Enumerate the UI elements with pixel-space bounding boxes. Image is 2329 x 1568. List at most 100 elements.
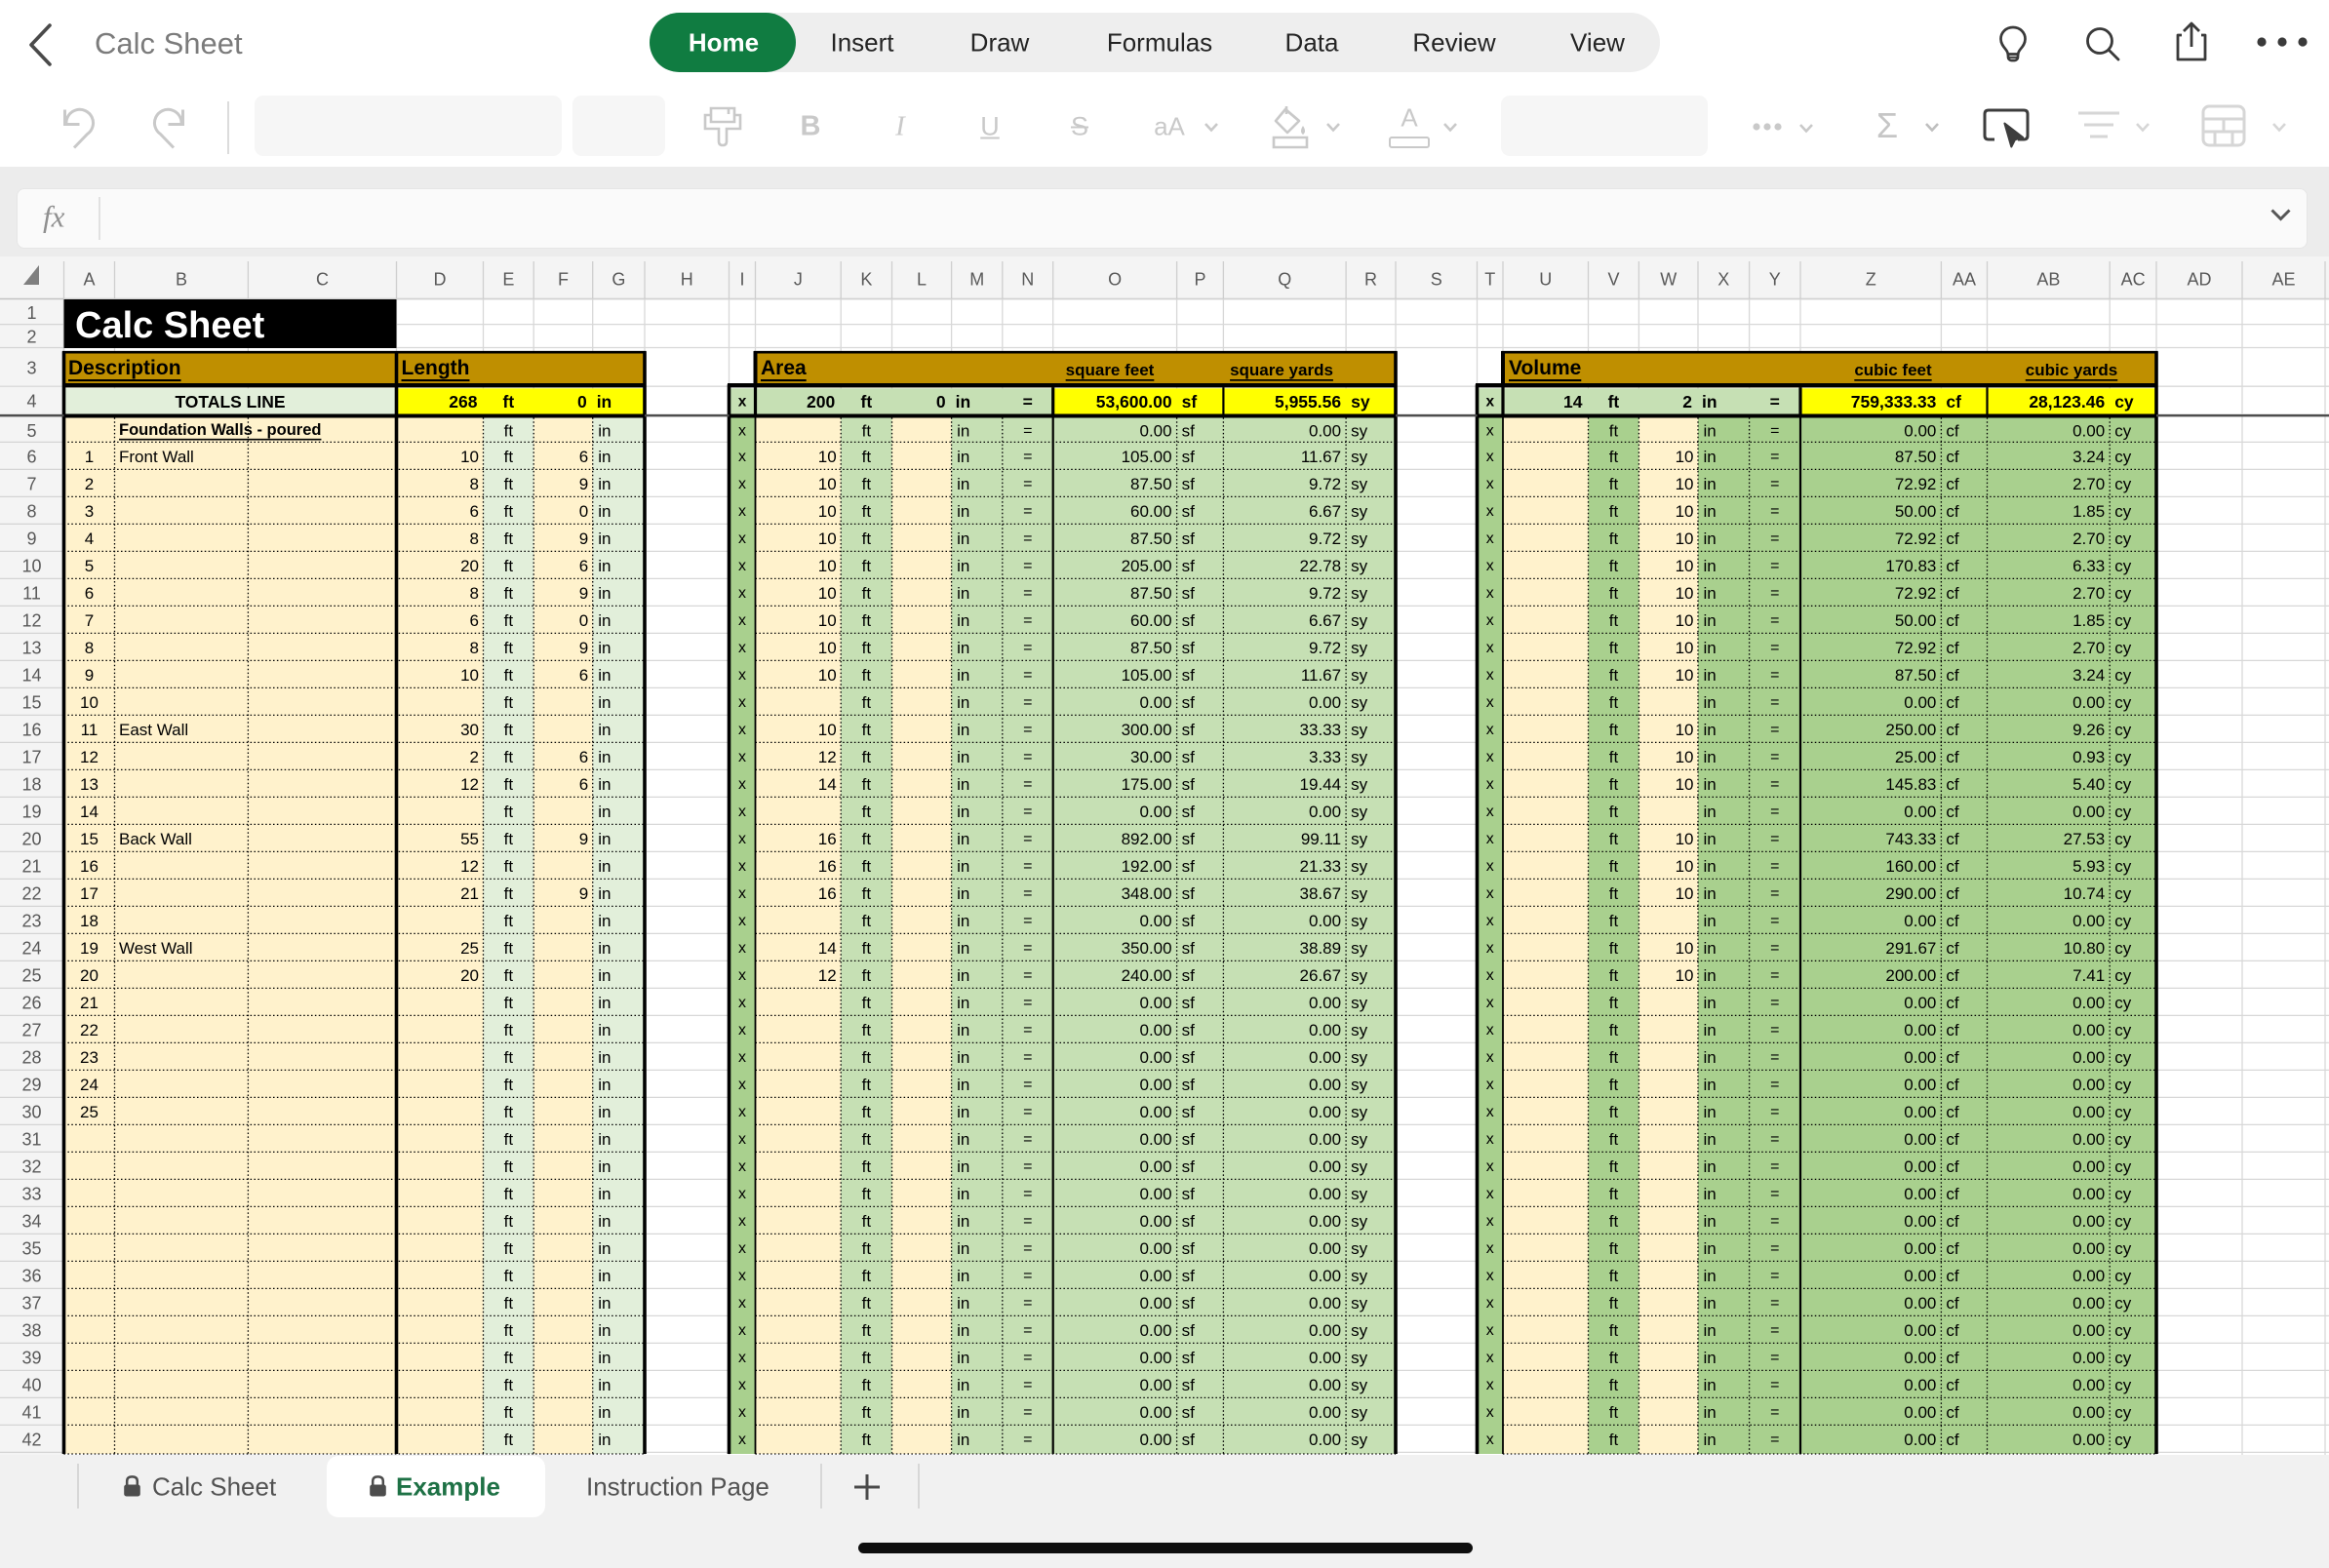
svg-text:in: in	[1704, 857, 1717, 876]
svg-text:sy: sy	[1351, 775, 1368, 794]
svg-text:in: in	[598, 912, 611, 930]
svg-text:36: 36	[21, 1266, 41, 1285]
svg-text:ft: ft	[862, 1130, 872, 1149]
svg-text:sy: sy	[1351, 994, 1368, 1012]
svg-text:cf: cf	[1946, 666, 1959, 685]
svg-text:in: in	[957, 748, 969, 766]
svg-text:=: =	[1770, 530, 1779, 547]
svg-text:cf: cf	[1946, 939, 1959, 958]
svg-text:ft: ft	[1609, 939, 1619, 958]
svg-text:cy: cy	[2114, 939, 2132, 958]
svg-text:x: x	[738, 449, 746, 465]
svg-text:sf: sf	[1182, 857, 1196, 876]
svg-text:13: 13	[21, 638, 41, 657]
svg-text:in: in	[1704, 1185, 1717, 1203]
svg-text:in: in	[957, 884, 969, 903]
svg-text:sy: sy	[1351, 1239, 1368, 1258]
svg-text:6: 6	[579, 666, 588, 685]
svg-text:=: =	[1770, 1158, 1779, 1175]
svg-text:in: in	[598, 1376, 611, 1394]
svg-text:R: R	[1364, 269, 1377, 289]
svg-text:20: 20	[21, 829, 41, 848]
svg-text:cy: cy	[2114, 803, 2132, 821]
svg-text:in: in	[598, 830, 611, 848]
svg-text:in: in	[1704, 1157, 1717, 1176]
svg-text:in: in	[1704, 939, 1717, 958]
svg-text:sy: sy	[1351, 1157, 1368, 1176]
svg-text:24: 24	[80, 1076, 99, 1094]
svg-text:9: 9	[579, 475, 588, 493]
svg-text:ft: ft	[504, 857, 514, 876]
svg-text:x: x	[738, 612, 746, 629]
svg-text:ft: ft	[862, 611, 872, 630]
svg-text:ft: ft	[504, 1103, 514, 1121]
svg-text:in: in	[598, 639, 611, 657]
svg-text:0.93: 0.93	[2072, 748, 2105, 766]
svg-text:in: in	[598, 693, 611, 712]
svg-text:3: 3	[85, 502, 94, 521]
svg-text:759,333.33: 759,333.33	[1851, 392, 1937, 412]
svg-text:in: in	[1704, 994, 1717, 1012]
svg-text:0.00: 0.00	[2072, 1157, 2105, 1176]
svg-text:0.00: 0.00	[1140, 1321, 1172, 1340]
svg-text:in: in	[957, 803, 969, 821]
svg-text:in: in	[598, 803, 611, 821]
svg-text:in: in	[957, 939, 969, 958]
svg-text:cy: cy	[2114, 748, 2132, 766]
svg-text:x: x	[738, 1186, 746, 1202]
svg-text:cy: cy	[2114, 721, 2132, 739]
svg-text:x: x	[1486, 1077, 1494, 1093]
svg-text:x: x	[1486, 1213, 1494, 1230]
svg-text:in: in	[957, 1431, 969, 1449]
svg-text:10: 10	[1676, 857, 1694, 876]
svg-text:10: 10	[1676, 939, 1694, 958]
svg-text:sf: sf	[1182, 1294, 1196, 1313]
svg-text:=: =	[1770, 558, 1779, 574]
svg-text:in: in	[598, 1103, 611, 1121]
svg-text:0.00: 0.00	[1140, 1103, 1172, 1121]
svg-text:cy: cy	[2114, 857, 2132, 876]
svg-text:=: =	[1023, 612, 1032, 629]
svg-text:x: x	[738, 1022, 746, 1039]
svg-text:Length: Length	[402, 357, 470, 379]
svg-text:6: 6	[579, 557, 588, 575]
svg-text:0.00: 0.00	[1309, 1157, 1341, 1176]
svg-text:=: =	[1023, 1295, 1032, 1312]
svg-text:6: 6	[579, 775, 588, 794]
svg-text:x: x	[738, 885, 746, 902]
svg-text:ft: ft	[504, 775, 514, 794]
svg-text:39: 39	[21, 1348, 41, 1367]
svg-text:cf: cf	[1946, 912, 1959, 930]
svg-text:14: 14	[1563, 392, 1583, 412]
svg-text:x: x	[738, 1431, 746, 1448]
svg-text:in: in	[957, 1157, 969, 1176]
svg-text:ft: ft	[504, 557, 514, 575]
svg-text:13: 13	[80, 775, 99, 794]
svg-text:ft: ft	[862, 721, 872, 739]
svg-text:ft: ft	[862, 1157, 872, 1176]
svg-text:ft: ft	[504, 748, 514, 766]
svg-text:23: 23	[80, 1048, 99, 1067]
svg-text:=: =	[1023, 1350, 1032, 1366]
svg-text:cf: cf	[1946, 421, 1959, 440]
svg-text:cy: cy	[2114, 1212, 2132, 1231]
svg-text:cy: cy	[2114, 1403, 2132, 1422]
svg-text:sy: sy	[1351, 1185, 1368, 1203]
svg-text:in: in	[598, 1076, 611, 1094]
svg-text:16: 16	[818, 884, 837, 903]
svg-text:cy: cy	[2114, 1185, 2132, 1203]
svg-text:=: =	[1770, 612, 1779, 629]
svg-text:sf: sf	[1182, 1212, 1196, 1231]
svg-text:x: x	[1486, 913, 1494, 929]
svg-text:sy: sy	[1351, 666, 1368, 685]
svg-text:=: =	[1770, 776, 1779, 793]
svg-text:ft: ft	[1609, 857, 1619, 876]
svg-text:sf: sf	[1182, 1239, 1196, 1258]
svg-text:cy: cy	[2114, 1349, 2132, 1367]
svg-text:x: x	[738, 940, 746, 957]
svg-text:in: in	[1704, 1431, 1717, 1449]
svg-text:in: in	[957, 475, 969, 493]
svg-text:0.00: 0.00	[2072, 1130, 2105, 1149]
svg-text:10: 10	[818, 721, 837, 739]
svg-text:AD: AD	[2187, 269, 2211, 289]
